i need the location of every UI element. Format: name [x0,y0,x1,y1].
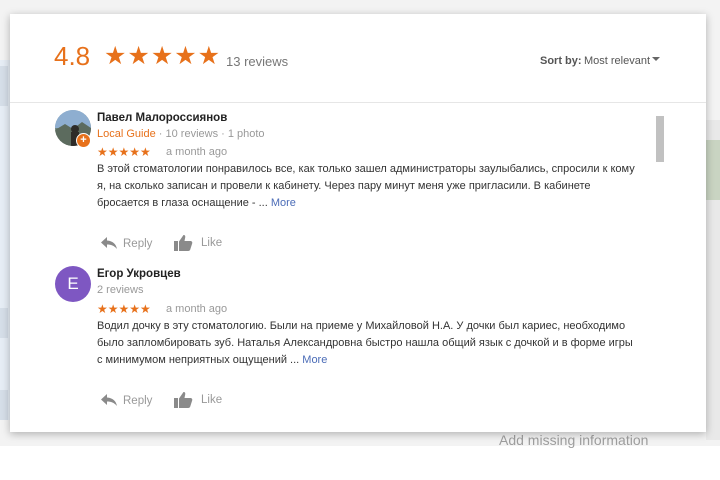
review-text: Водил дочку в эту стоматологию. Были на … [97,318,637,369]
thumbs-up-icon [174,392,193,408]
background-footer [0,446,720,480]
author-name[interactable]: Егор Укровцев [97,268,181,280]
more-link[interactable]: More [302,354,327,366]
more-link[interactable]: More [271,197,296,209]
review-body: В этой стоматологии понравилось все, как… [97,163,635,209]
reply-button[interactable]: Reply [100,392,160,410]
scrollbar-thumb[interactable] [656,116,664,162]
reply-label: Reply [123,238,153,250]
background-panel-block [0,308,8,338]
sort-dropdown[interactable]: Most relevant [584,55,650,67]
author-stats: 2 reviews [97,284,144,296]
add-missing-information-link: Add missing information [499,432,649,448]
reply-label: Reply [123,395,153,407]
reviews-dialog: 4.8 ★★★★★ 13 reviews Sort by: Most relev… [10,14,706,432]
thumbs-up-icon [174,235,193,251]
review-item: E Егор Укровцев 2 reviews ★★★★★ a month … [10,262,650,412]
review-count: 13 reviews [226,54,289,69]
reviews-scrollbar[interactable] [654,112,666,412]
author-name[interactable]: Павел Малороссиянов [97,112,227,124]
like-label: Like [201,237,223,249]
reply-button[interactable]: Reply [100,235,160,253]
review-item: + Павел Малороссиянов Local Guide · 10 r… [10,106,650,256]
sort-label: Sort by: [540,55,582,67]
background-panel-block [0,390,8,420]
review-rating-stars: ★★★★★ [97,302,151,316]
review-date: a month ago [166,303,228,315]
reply-arrow-icon [101,237,117,249]
like-button[interactable]: Like [173,391,233,409]
average-rating-stars: ★★★★★ [104,42,222,70]
review-text: В этой стоматологии понравилось все, как… [97,161,637,212]
review-date: a month ago [166,146,228,158]
author-stats: · 10 reviews · 1 photo [155,128,265,140]
background-map-thumbnail [706,140,720,200]
like-button[interactable]: Like [173,234,233,252]
reply-arrow-icon [101,394,117,406]
review-rating-stars: ★★★★★ [97,145,151,159]
author-avatar[interactable]: E [55,266,91,302]
average-rating: 4.8 [54,41,91,71]
review-body: Водил дочку в эту стоматологию. Были на … [97,320,633,366]
background-left-panel [0,60,10,420]
background-panel-block [0,66,8,106]
reviews-header: 4.8 ★★★★★ 13 reviews Sort by: Most relev… [10,14,706,103]
local-guide-label: Local Guide [97,128,156,140]
like-label: Like [201,394,223,406]
local-guide-badge-icon: + [76,133,91,148]
author-meta: Local Guide · 10 reviews · 1 photo [97,128,265,140]
caret-down-icon[interactable] [652,57,660,61]
